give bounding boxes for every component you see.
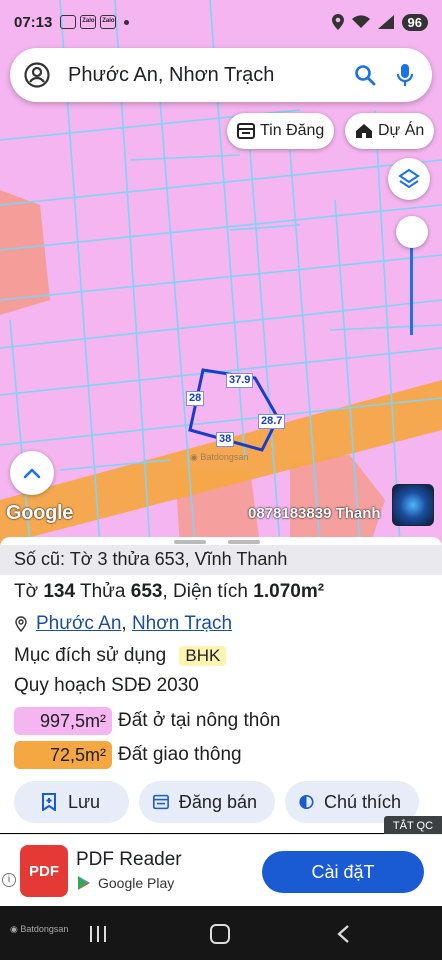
parcel-label: Thửa <box>80 581 126 602</box>
plan-title: Quy hoạch SDĐ 2030 <box>14 675 199 696</box>
listings-icon <box>237 123 255 139</box>
sheet-label: Tờ <box>14 581 39 602</box>
legend-button-label: Chú thích <box>323 791 401 812</box>
projects-chip-label: Dự Án <box>378 122 425 139</box>
wifi-icon <box>351 15 370 28</box>
battery-indicator: 96 <box>401 13 428 31</box>
zone-label-residential: Đất ở tại nông thôn <box>118 710 281 731</box>
expand-up-button[interactable] <box>10 451 54 495</box>
back-icon[interactable] <box>336 924 350 944</box>
save-button-label: Lưu <box>68 791 101 812</box>
zalo-icon: Zalo <box>80 15 97 29</box>
close-ad-button[interactable]: TẮT QC <box>384 816 442 836</box>
listings-chip[interactable]: Tin Đăng <box>227 113 335 149</box>
search-bar[interactable]: Phước An, Nhơn Trạch <box>10 48 432 102</box>
status-time: 07:13 <box>14 13 53 31</box>
assistant-avatar[interactable] <box>392 484 434 526</box>
home-icon[interactable] <box>210 924 230 944</box>
parcel-number: 653 <box>130 581 163 602</box>
action-buttons: Lưu Đăng bán Chú thích <box>14 781 419 823</box>
search-input[interactable]: Phước An, Nhơn Trạch <box>68 64 338 87</box>
opacity-slider-track[interactable] <box>410 245 413 335</box>
contact-watermark: 0878183839 Thanh <box>248 505 381 522</box>
google-logo: Google <box>6 502 74 524</box>
location-pin-icon <box>15 616 27 632</box>
listings-chip-label: Tin Đăng <box>260 122 325 139</box>
sheet-number: 134 <box>43 581 76 602</box>
search-button[interactable] <box>352 62 378 88</box>
parcel-info-sheet[interactable]: Số cũ: Tờ 3 thửa 653, Vĩnh Thanh Tờ 134 … <box>0 537 442 833</box>
district-link[interactable]: Nhơn Trạch <box>132 613 232 635</box>
old-parcel-reference: Số cũ: Tờ 3 thửa 653, Vĩnh Thanh <box>0 545 442 575</box>
ad-info-icon[interactable]: i <box>2 873 16 887</box>
sheet-drag-handle-2[interactable] <box>228 540 260 544</box>
layers-button[interactable] <box>388 158 430 200</box>
opacity-slider-handle[interactable] <box>396 216 428 248</box>
location-icon <box>331 14 344 30</box>
signal-icon <box>377 15 394 29</box>
plot-edge-right-label: 28.7 <box>258 414 286 429</box>
zalo-icon: Zalo <box>100 15 117 29</box>
system-nav-bar: ◉ Batdongsan <box>0 906 442 960</box>
chevron-up-icon <box>23 468 41 479</box>
account-icon[interactable] <box>24 62 50 88</box>
zone-row-residential: 997,5m² Đất ở tại nông thôn <box>14 707 280 735</box>
batdongsan-watermark: ◉ Batdongsan <box>190 452 249 462</box>
microphone-icon <box>396 64 414 86</box>
map-view[interactable]: 37.9 28 28.7 38 07:13 Zalo Zalo 96 Phước… <box>0 0 442 545</box>
zone-area-transport: 72,5m² <box>14 741 112 769</box>
search-icon <box>355 65 376 86</box>
layers-icon <box>398 168 420 189</box>
pdf-app-icon: PDF <box>20 845 68 897</box>
google-play-icon <box>78 876 90 890</box>
status-bar: 07:13 Zalo Zalo 96 <box>0 0 442 44</box>
house-icon <box>356 124 372 138</box>
recent-apps-icon[interactable] <box>88 924 108 944</box>
ward-link[interactable]: Phước An <box>36 613 121 635</box>
ad-store: Google Play <box>76 875 174 891</box>
plot-edge-left-label: 28 <box>186 391 205 406</box>
plot-edge-top-label: 37.9 <box>226 373 254 388</box>
area-value: 1.070m² <box>253 581 325 602</box>
ad-title: PDF Reader <box>76 849 182 870</box>
land-use-row: Mục đích sử dụng BHK <box>14 645 227 667</box>
contrast-icon <box>299 794 314 810</box>
parcel-address: Phước An, Nhơn Trạch <box>14 613 232 635</box>
zone-label-transport: Đất giao thông <box>118 744 242 765</box>
post-for-sale-button[interactable]: Đăng bán <box>139 781 275 823</box>
bookmark-add-icon <box>42 793 56 811</box>
voice-search-button[interactable] <box>392 62 418 88</box>
ad-banner[interactable]: i PDF PDF Reader Google Play Cài đặT <box>0 834 442 906</box>
install-button[interactable]: Cài đặT <box>262 851 424 893</box>
land-use-code-badge: BHK <box>179 646 227 666</box>
post-for-sale-label: Đăng bán <box>178 791 257 812</box>
sheet-drag-handle[interactable] <box>174 540 206 544</box>
ad-store-label: Google Play <box>98 875 175 891</box>
zone-area-residential: 997,5m² <box>14 707 112 735</box>
land-use-label: Mục đích sử dụng <box>14 645 167 666</box>
batdongsan-nav-watermark: ◉ Batdongsan <box>10 924 69 934</box>
more-notifications-dot <box>124 19 130 25</box>
area-label: Diện tích <box>173 581 248 602</box>
zone-row-transport: 72,5m² Đất giao thông <box>14 741 242 769</box>
post-listing-icon <box>153 794 169 810</box>
image-icon <box>60 15 77 29</box>
projects-chip[interactable]: Dự Án <box>345 113 435 149</box>
plot-edge-bottom-label: 38 <box>216 432 235 447</box>
save-button[interactable]: Lưu <box>14 781 129 823</box>
parcel-summary: Tờ 134 Thửa 653, Diện tích 1.070m² <box>14 581 325 602</box>
